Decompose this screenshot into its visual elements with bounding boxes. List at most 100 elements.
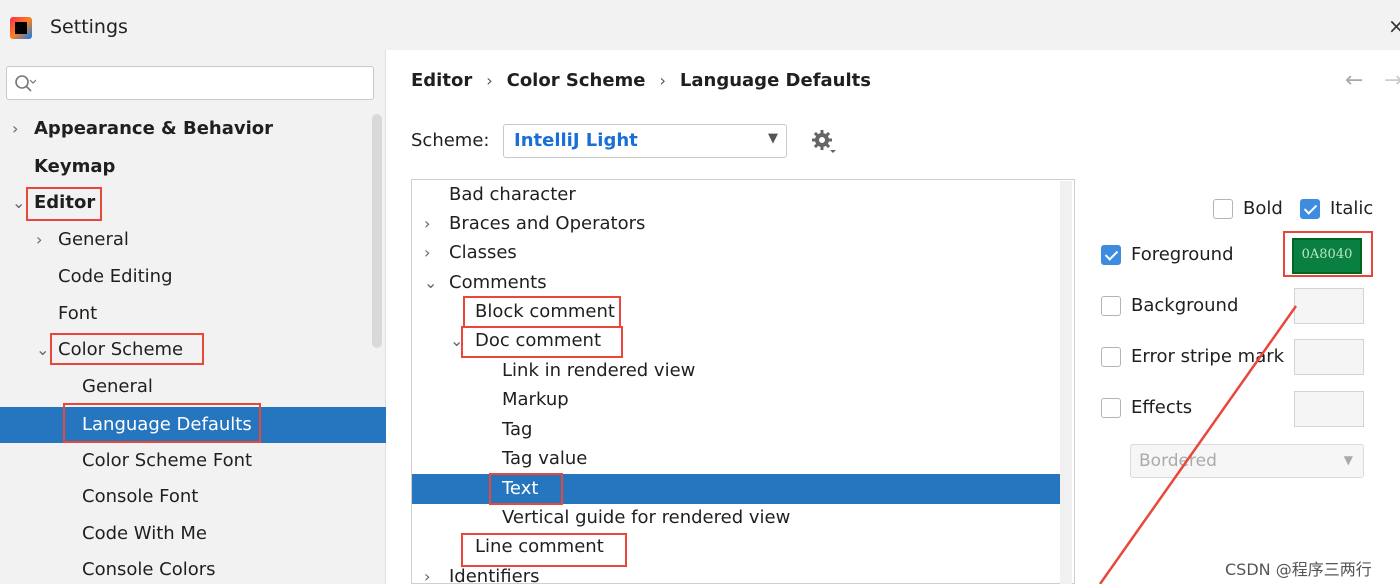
- element-label: Text: [502, 478, 539, 499]
- element-tag[interactable]: Tag: [412, 415, 1060, 445]
- tree-item-label: Keymap: [34, 156, 116, 177]
- chevron-right-icon[interactable]: ›: [424, 238, 430, 268]
- chevron-down-icon[interactable]: ⌄: [450, 326, 463, 356]
- breadcrumb-separator: ›: [659, 71, 666, 90]
- chevron-right-icon[interactable]: ›: [424, 562, 430, 584]
- tree-item-console-font[interactable]: Console Font: [0, 480, 386, 514]
- breadcrumb-separator: ›: [486, 71, 493, 90]
- element-label: Braces and Operators: [449, 213, 646, 234]
- bold-label: Bold: [1243, 198, 1283, 219]
- foreground-color-value: 0A8040: [1301, 247, 1353, 262]
- tree-item-label: General: [82, 376, 153, 397]
- dropdown-arrow-icon: ▼: [768, 131, 778, 146]
- tree-item-code-with-me[interactable]: Code With Me: [0, 517, 386, 551]
- breadcrumb-color-scheme[interactable]: Color Scheme: [507, 70, 646, 91]
- bold-checkbox[interactable]: [1213, 199, 1233, 219]
- tree-item-label: Font: [58, 303, 98, 324]
- breadcrumb-language-defaults: Language Defaults: [679, 70, 871, 91]
- element-link-rendered-view[interactable]: Link in rendered view: [412, 356, 1060, 386]
- dropdown-arrow-icon: ▼: [1343, 453, 1353, 467]
- element-vertical-guide[interactable]: Vertical guide for rendered view: [412, 503, 1060, 533]
- scheme-dropdown[interactable]: IntelliJ Light ▼: [503, 124, 787, 158]
- breadcrumb-editor[interactable]: Editor: [411, 70, 472, 91]
- element-label: Markup: [502, 389, 569, 410]
- element-tag-value[interactable]: Tag value: [412, 444, 1060, 474]
- chevron-right-icon[interactable]: ›: [36, 223, 42, 257]
- tree-item-label: Language Defaults: [82, 414, 252, 435]
- tree-item-label: Code With Me: [82, 523, 207, 544]
- foreground-checkbox[interactable]: [1101, 245, 1121, 265]
- background-label: Background: [1131, 295, 1239, 316]
- chevron-down-icon[interactable]: ⌄: [12, 186, 25, 220]
- element-label: Identifiers: [449, 566, 540, 584]
- background-checkbox[interactable]: [1101, 296, 1121, 316]
- tree-item-editor[interactable]: ⌄ Editor: [0, 186, 386, 220]
- back-arrow-icon[interactable]: ←: [1345, 68, 1363, 93]
- element-bad-character[interactable]: Bad character: [412, 180, 1060, 210]
- tree-item-label: Console Colors: [82, 559, 216, 580]
- element-braces-operators[interactable]: › Braces and Operators: [412, 209, 1060, 239]
- tree-item-code-editing[interactable]: Code Editing: [0, 260, 386, 294]
- tree-item-label: Code Editing: [58, 266, 173, 287]
- element-identifiers[interactable]: › Identifiers: [412, 562, 1060, 584]
- chevron-right-icon[interactable]: ›: [12, 112, 18, 146]
- tree-item-label: Console Font: [82, 486, 199, 507]
- error-stripe-label: Error stripe mark: [1131, 346, 1285, 367]
- forward-arrow-icon[interactable]: →: [1384, 68, 1400, 93]
- element-label: Classes: [449, 242, 517, 263]
- window-title: Settings: [50, 16, 128, 38]
- error-stripe-checkbox[interactable]: [1101, 347, 1121, 367]
- breadcrumb: Editor › Color Scheme › Language Defaults: [411, 70, 871, 98]
- settings-search-box[interactable]: [6, 66, 374, 100]
- tree-item-general[interactable]: › General: [0, 223, 386, 257]
- element-doc-comment[interactable]: ⌄ Doc comment: [412, 326, 1060, 356]
- element-label: Line comment: [475, 536, 604, 557]
- scheme-label: Scheme:: [411, 130, 490, 151]
- effects-color-swatch[interactable]: [1294, 391, 1364, 427]
- tree-item-label: Color Scheme Font: [82, 450, 253, 471]
- effect-type-dropdown[interactable]: Bordered ▼: [1130, 444, 1364, 478]
- element-text[interactable]: Text: [412, 474, 1060, 504]
- tree-item-font[interactable]: Font: [0, 297, 386, 331]
- element-label: Bad character: [449, 184, 576, 205]
- tree-item-language-defaults[interactable]: Language Defaults: [0, 407, 386, 443]
- tree-item-label: Color Scheme: [58, 339, 184, 360]
- tree-item-label: Appearance & Behavior: [34, 118, 274, 139]
- foreground-color-swatch[interactable]: 0A8040: [1292, 238, 1362, 274]
- elements-scrollbar[interactable]: [1060, 181, 1072, 584]
- tree-item-label: Editor: [34, 192, 96, 213]
- error-stripe-color-swatch[interactable]: [1294, 339, 1364, 375]
- search-input[interactable]: [41, 71, 361, 95]
- tree-item-appearance-behavior[interactable]: › Appearance & Behavior: [0, 112, 386, 146]
- title-bar: Settings ×: [0, 0, 1400, 50]
- close-icon[interactable]: ×: [1388, 14, 1400, 38]
- element-block-comment[interactable]: Block comment: [412, 297, 1060, 327]
- tree-item-color-scheme-general[interactable]: General: [0, 370, 386, 404]
- scheme-value: IntelliJ Light: [514, 130, 638, 151]
- element-label: Tag: [502, 419, 533, 440]
- effect-type-value: Bordered: [1139, 451, 1217, 471]
- element-classes[interactable]: › Classes: [412, 238, 1060, 268]
- tree-item-color-scheme[interactable]: ⌄ Color Scheme: [0, 333, 386, 367]
- search-icon: [15, 75, 36, 92]
- element-comments[interactable]: ⌄ Comments: [412, 268, 1060, 298]
- tree-item-keymap[interactable]: Keymap: [0, 150, 386, 184]
- effects-checkbox[interactable]: [1101, 398, 1121, 418]
- foreground-label: Foreground: [1131, 244, 1234, 265]
- intellij-logo-icon: [10, 17, 32, 39]
- element-label: Comments: [449, 272, 547, 293]
- chevron-down-icon[interactable]: ⌄: [36, 333, 49, 367]
- element-markup[interactable]: Markup: [412, 385, 1060, 415]
- element-label: Block comment: [475, 301, 615, 322]
- gear-icon[interactable]: [810, 128, 838, 156]
- tree-item-color-scheme-font[interactable]: Color Scheme Font: [0, 444, 386, 478]
- background-color-swatch[interactable]: [1294, 288, 1364, 324]
- chevron-right-icon[interactable]: ›: [424, 209, 430, 239]
- italic-checkbox[interactable]: [1300, 199, 1320, 219]
- italic-label: Italic: [1330, 198, 1374, 219]
- chevron-down-icon[interactable]: ⌄: [424, 268, 437, 298]
- watermark: CSDN @程序三两行: [1225, 560, 1372, 579]
- tree-item-label: General: [58, 229, 129, 250]
- tree-item-console-colors[interactable]: Console Colors: [0, 553, 386, 584]
- element-line-comment[interactable]: Line comment: [412, 532, 1060, 562]
